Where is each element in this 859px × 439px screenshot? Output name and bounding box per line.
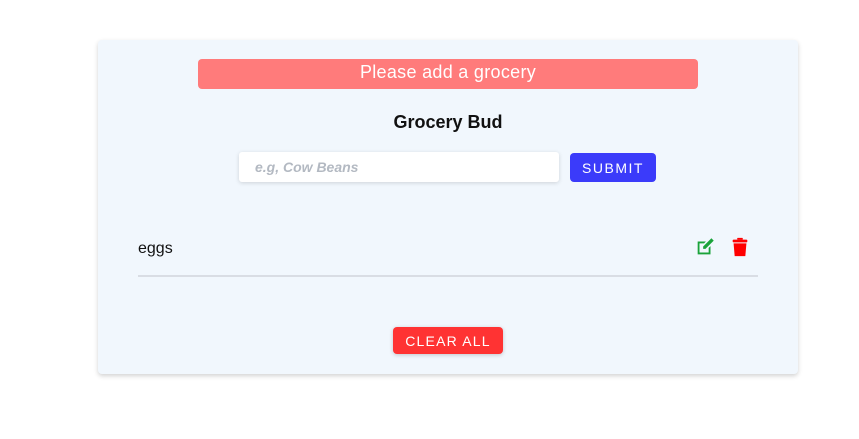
app-title: Grocery Bud [393, 112, 503, 132]
clear-all-button[interactable]: CLEAR ALL [393, 327, 503, 354]
grocery-input[interactable] [239, 152, 559, 182]
delete-button[interactable] [729, 236, 751, 258]
list-item-label: eggs [138, 240, 173, 257]
edit-icon [697, 238, 714, 255]
alert-banner: Please add a grocery [198, 59, 698, 89]
trash-icon [732, 237, 748, 257]
grocery-list: eggs [138, 230, 758, 277]
list-item: eggs [138, 230, 758, 277]
submit-button[interactable]: SUBMIT [570, 153, 656, 182]
grocery-card: Please add a grocery Grocery Bud SUBMIT … [98, 40, 798, 374]
edit-button[interactable] [694, 236, 716, 258]
